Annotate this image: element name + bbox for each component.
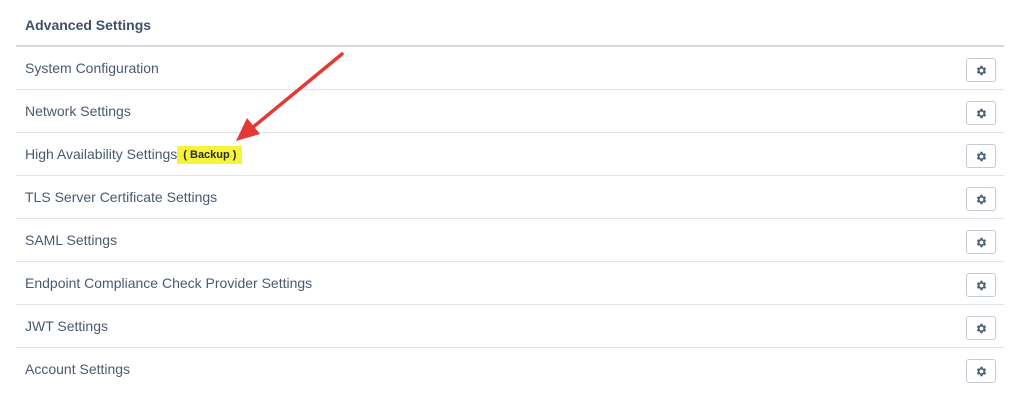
gear-icon [976,108,986,118]
settings-row-high-availability: High Availability Settings ( Backup ) [16,133,1004,176]
system-configuration-settings-button[interactable] [966,58,996,82]
network-settings-button[interactable] [966,101,996,125]
advanced-settings-panel: Advanced Settings System Configuration N… [16,4,1004,390]
settings-row-account: Account Settings [16,348,1004,390]
row-label-text: TLS Server Certificate Settings [25,189,218,205]
settings-row-endpoint-compliance: Endpoint Compliance Check Provider Setti… [16,262,1004,305]
row-label: Network Settings [25,103,131,119]
settings-row-system-configuration: System Configuration [16,47,1004,90]
settings-row-saml: SAML Settings [16,219,1004,262]
backup-badge: ( Backup ) [177,146,243,164]
row-label-text: System Configuration [25,60,159,76]
gear-icon [976,237,986,247]
settings-row-tls-server-certificate: TLS Server Certificate Settings [16,176,1004,219]
row-label-text: JWT Settings [25,318,108,334]
gear-icon [976,366,986,376]
panel-title: Advanced Settings [16,4,1004,47]
row-label-text: Endpoint Compliance Check Provider Setti… [25,275,313,291]
account-settings-button[interactable] [966,359,996,383]
row-label: SAML Settings [25,232,117,248]
tls-server-certificate-settings-button[interactable] [966,187,996,211]
row-label-text: Account Settings [25,361,131,377]
jwt-settings-button[interactable] [966,316,996,340]
row-label: JWT Settings [25,318,108,334]
row-label: TLS Server Certificate Settings [25,189,217,205]
row-label: System Configuration [25,60,159,76]
gear-icon [976,280,986,290]
row-label-text: SAML Settings [25,232,118,248]
settings-row-network: Network Settings [16,90,1004,133]
row-label: High Availability Settings ( Backup ) [25,145,243,164]
row-label-text: Network Settings [25,103,131,119]
high-availability-settings-button[interactable] [966,144,996,168]
gear-icon [976,323,986,333]
saml-settings-button[interactable] [966,230,996,254]
row-label: Endpoint Compliance Check Provider Setti… [25,275,312,291]
row-label: Account Settings [25,361,130,377]
endpoint-compliance-settings-button[interactable] [966,273,996,297]
settings-row-jwt: JWT Settings [16,305,1004,348]
gear-icon [976,151,986,161]
row-label-text: High Availability Settings [25,146,178,162]
gear-icon [976,194,986,204]
gear-icon [976,65,986,75]
